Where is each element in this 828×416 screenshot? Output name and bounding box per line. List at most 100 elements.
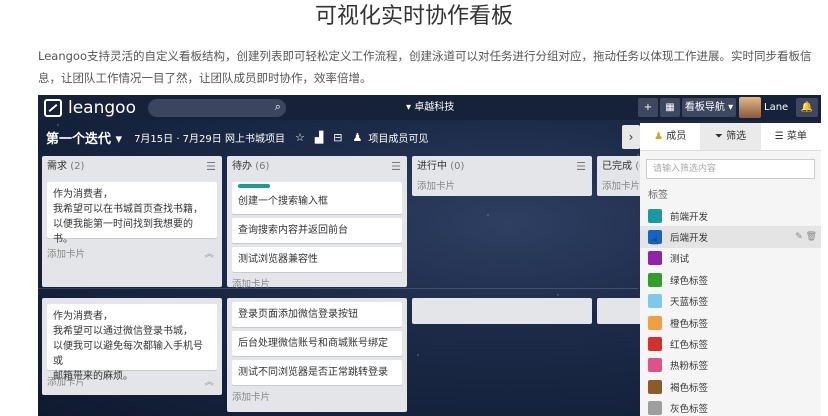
tag-item[interactable]: 红色标签 xyxy=(640,333,821,354)
column-title: 需求 xyxy=(47,161,67,172)
tag-item[interactable]: 前端开发 xyxy=(640,205,821,226)
panel-toggle[interactable]: › xyxy=(622,125,640,149)
card-requirement-2[interactable]: 作为消费者， 我希望可以通过微信登录书城， 以便我可以避免每次都输入手机号或 邮… xyxy=(47,304,217,382)
lane2-todo: 登录页面添加微信登录按钮 后台处理微信账号和商城账号绑定 测试不同浏览器是否正常… xyxy=(227,298,407,412)
search-icon: ⌕ xyxy=(274,99,281,113)
leangoo-board: leangoo ⌕ ▾ 卓越科技 + ▦ 看板导航 ▾ Lane 🔔 第一个迭代… xyxy=(38,95,821,416)
star-icon[interactable]: ☆ xyxy=(295,131,305,144)
column-menu-icon[interactable]: ☰ xyxy=(391,156,401,178)
tag-label: 测试 xyxy=(670,254,690,266)
page-title: 可视化实时协作看板 xyxy=(314,4,513,29)
search-input[interactable]: ⌕ xyxy=(147,98,286,117)
tag-color-swatch xyxy=(648,379,662,394)
leangoo-logo-icon xyxy=(44,98,62,117)
tag-item[interactable]: 橙色标签 xyxy=(640,312,821,333)
logo-text: leangoo xyxy=(68,97,136,118)
tag-list: 前端开发后端开发 ☝ ✎ 🗑 测试绿色标签天蓝标签橙色标签红色标签热粉标签褐色标签灰色… xyxy=(640,205,821,416)
column-menu-icon[interactable]: ☰ xyxy=(206,156,216,178)
lane2-requirements: 作为消费者， 我希望可以通过微信登录书城， 以便我可以避免每次都输入手机号或 邮… xyxy=(42,298,222,395)
org-switcher[interactable]: ▾ 卓越科技 xyxy=(406,95,454,120)
filter-panel: ♟ 成员 ⏷ 筛选 ☰ 菜单 请输入筛选内容 标签 前端开发后端开发 ☝ ✎ 🗑 测试… xyxy=(640,123,821,416)
card-text: 创建一个搜索输入框 xyxy=(238,196,328,207)
tab-filter[interactable]: ⏷ 筛选 xyxy=(700,123,761,150)
iteration-dates: 7月15日 · 7月29日 网上书城项目 xyxy=(134,133,285,145)
tag-label: 灰色标签 xyxy=(670,404,709,416)
tag-item[interactable]: 天蓝标签 xyxy=(640,291,821,312)
tag-color-swatch xyxy=(648,358,662,373)
tag-label: 天蓝标签 xyxy=(670,297,709,309)
board-list-icon[interactable]: ▦ xyxy=(660,98,680,117)
tag-item[interactable]: 绿色标签 xyxy=(640,269,821,290)
card-todo-3[interactable]: 测试浏览器兼容性 xyxy=(232,247,402,272)
intro-text: Leangoo支持灵活的自定义看板结构，创建列表即可轻松定义工作流程，创建泳道可… xyxy=(38,49,812,85)
tag-label: 热粉标签 xyxy=(670,361,709,373)
add-card-button: 添加卡片 xyxy=(412,178,592,196)
add-button[interactable]: + xyxy=(638,98,658,117)
column-title: 进行中 xyxy=(417,161,447,172)
card-todo-6[interactable]: 测试不同浏览器是否正常跳转登录 xyxy=(232,360,402,385)
card-todo-2[interactable]: 查询搜索内容并返回前台 xyxy=(232,218,402,243)
logo[interactable]: leangoo xyxy=(44,98,136,118)
add-card-label[interactable]: 添加卡片 xyxy=(47,249,85,260)
user-name[interactable]: Lane xyxy=(764,95,788,120)
column-title: 待办 xyxy=(232,161,252,172)
add-card-label[interactable]: 添加卡片 xyxy=(602,181,640,192)
tag-color-swatch xyxy=(648,401,662,416)
tab-menu[interactable]: ☰ 菜单 xyxy=(761,123,821,150)
column-count: (0) xyxy=(450,161,465,172)
tag-edit-delete-icons[interactable]: ✎ 🗑 xyxy=(795,232,817,242)
tag-frontend-strip xyxy=(238,184,270,188)
add-card-button: 添加卡片 xyxy=(227,389,407,407)
column-count: (6) xyxy=(255,161,270,172)
tag-item[interactable]: 测试 xyxy=(640,248,821,269)
tab-label: 成员 xyxy=(666,131,687,142)
lane2-in-progress xyxy=(412,298,592,324)
tag-label: 红色标签 xyxy=(670,340,709,352)
members-icon: ♟ xyxy=(654,131,664,142)
lane-divider xyxy=(38,288,638,289)
tag-item[interactable]: 后端开发 ☝ ✎ 🗑 xyxy=(640,226,821,248)
column-todo: 待办 (6) ☰ 创建一个搜索输入框 查询搜索内容并返回前台 测试浏览器兼容性 添… xyxy=(227,156,407,290)
calendar-icon[interactable]: ⊟ xyxy=(333,131,342,144)
card-requirement-1[interactable]: 作为消费者， 我希望可以在书城首页查找书籍， 以便我能第一时间找到我想要的书。 xyxy=(47,182,217,245)
tag-color-swatch xyxy=(648,337,662,352)
add-card-button: 添加卡片 ︽ xyxy=(42,246,222,264)
filter-input[interactable]: 请输入筛选内容 xyxy=(646,159,815,179)
tab-label: 菜单 xyxy=(786,131,807,142)
avatar[interactable] xyxy=(739,97,761,118)
filter-icon: ⏷ xyxy=(714,131,723,142)
iteration-selector[interactable]: 第一个迭代 ▾ xyxy=(46,128,122,147)
collapse-icon[interactable]: ︽ xyxy=(204,246,214,264)
column-in-progress: 进行中 (0) ☰ 添加卡片 xyxy=(412,156,592,196)
card-todo-1[interactable]: 创建一个搜索输入框 xyxy=(232,182,402,214)
chart-icon[interactable]: ▟ xyxy=(315,131,323,144)
tag-label: 褐色标签 xyxy=(670,382,709,394)
column-count: (2) xyxy=(70,161,85,172)
tag-label: 前端开发 xyxy=(670,211,709,223)
collapse-icon[interactable]: ︽ xyxy=(204,374,214,392)
column-menu-icon[interactable]: ☰ xyxy=(576,156,586,178)
tag-label: 绿色标签 xyxy=(670,275,709,287)
tag-color-swatch xyxy=(648,294,662,309)
tab-members[interactable]: ♟ 成员 xyxy=(640,123,700,150)
board-nav-button[interactable]: 看板导航 ▾ xyxy=(682,98,736,117)
tag-item[interactable]: 热粉标签 xyxy=(640,355,821,376)
tag-item[interactable]: 灰色标签 xyxy=(640,398,821,416)
tag-label: 橙色标签 xyxy=(670,318,709,330)
visibility-label[interactable]: 项目成员可见 xyxy=(368,130,428,145)
tag-color-swatch xyxy=(648,272,662,287)
members-icon: ♟ xyxy=(352,130,363,144)
add-card-label[interactable]: 添加卡片 xyxy=(47,377,85,388)
add-card-label[interactable]: 添加卡片 xyxy=(232,392,270,403)
bell-icon[interactable]: 🔔 xyxy=(796,98,818,117)
tag-color-swatch xyxy=(648,251,662,266)
tag-item[interactable]: 褐色标签 xyxy=(640,376,821,397)
topbar: leangoo ⌕ ▾ 卓越科技 + ▦ 看板导航 ▾ Lane 🔔 xyxy=(38,95,821,120)
add-card-button: 添加卡片 xyxy=(227,276,407,294)
card-todo-4[interactable]: 登录页面添加微信登录按钮 xyxy=(232,302,402,327)
column-requirements: 需求 (2) ☰ 作为消费者， 我希望可以在书城首页查找书籍， 以便我能第一时间找… xyxy=(42,156,222,287)
menu-icon: ☰ xyxy=(774,131,784,142)
tag-section-title: 标签 xyxy=(648,190,668,201)
card-todo-5[interactable]: 后台处理微信账号和商城账号绑定 xyxy=(232,331,402,356)
add-card-label[interactable]: 添加卡片 xyxy=(417,181,455,192)
